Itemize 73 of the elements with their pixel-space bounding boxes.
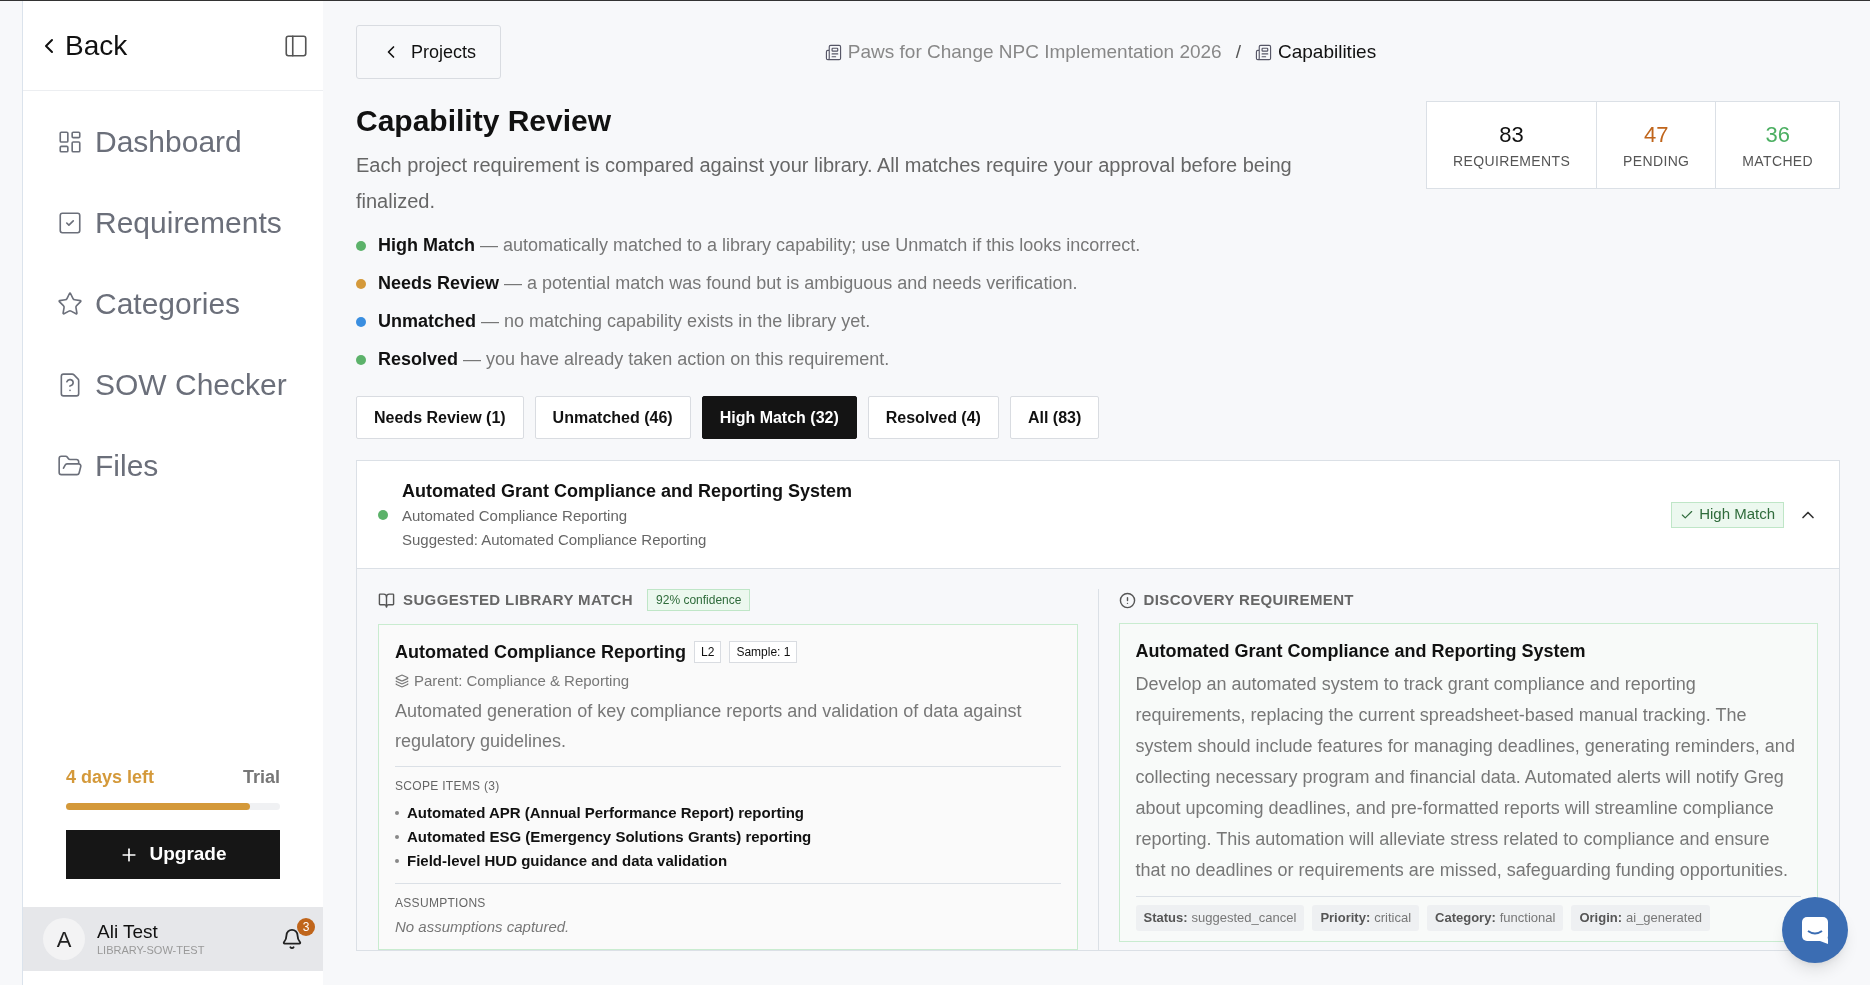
- user-organization: LIBRARY-SOW-TEST: [97, 944, 206, 958]
- breadcrumb-separator: /: [1235, 39, 1241, 64]
- back-button[interactable]: Back: [37, 24, 128, 67]
- bell-icon[interactable]: [281, 928, 303, 950]
- meta-tag: Status: suggested_cancel: [1135, 905, 1305, 931]
- stat-label: MATCHED: [1742, 152, 1813, 171]
- nav-item[interactable]: Requirements: [57, 182, 289, 263]
- requirement-title: Automated Grant Compliance and Reporting System: [402, 479, 854, 503]
- suggested-match: Suggested: Automated Compliance Reporting: [402, 529, 708, 550]
- checkbox-icon: [57, 209, 83, 236]
- legend-text: Unmatched — no matching capability exists in the library yet.: [378, 310, 871, 333]
- meta-tag: Priority: critical: [1312, 905, 1420, 931]
- breadcrumb-link[interactable]: Capabilities: [1254, 37, 1377, 67]
- filter-tab[interactable]: High Match (32): [701, 396, 857, 439]
- match-badge: High Match: [1671, 501, 1784, 528]
- section-label: ASSUMPTIONS: [395, 895, 487, 912]
- filter-tab[interactable]: Resolved (4): [867, 396, 999, 439]
- capability-name: Automated Compliance Reporting: [395, 640, 686, 664]
- stat-value: 36: [1765, 121, 1790, 149]
- dashboard-icon: [57, 128, 83, 155]
- requirement-description: Develop an automated system to track grant compliance and reporting requirements, replacing the current spreadsheet-based manual tracking. The system should include features for managing deadlines, generating reminders, and collecting necessary program and financial data. Automated alerts will notify Greg about upcoming deadlines, and pre-formatted reports will streamline compliance reporting. This automation will alleviate stress related to compliance and ensure that no deadlines or requirements are missed, safeguarding funding opportunities.: [1135, 669, 1801, 897]
- page-title: Capability Review: [356, 103, 613, 139]
- layers-icon: [395, 673, 409, 688]
- user-panel[interactable]: A Ali Test LIBRARY-SOW-TEST 3: [23, 907, 323, 971]
- scope-item: Automated APR (Annual Performance Report) reporting: [407, 802, 804, 823]
- sidebar-toggle-icon[interactable]: [283, 32, 309, 59]
- document-icon: [1254, 43, 1272, 61]
- nav-item[interactable]: Dashboard: [57, 101, 289, 182]
- nav-item[interactable]: Files: [57, 425, 289, 506]
- trial-days-left: 4 days left: [66, 766, 155, 789]
- confidence-badge: 92% confidence: [647, 589, 751, 612]
- page-description: Each project requirement is compared against your library. All matches require your approval before being finalized.: [356, 153, 1293, 214]
- bullet-icon: [395, 859, 399, 863]
- star-icon: [57, 290, 83, 317]
- stat-value: 83: [1499, 121, 1524, 149]
- filter-tab[interactable]: Needs Review (1): [356, 396, 524, 439]
- projects-button[interactable]: Projects: [356, 25, 502, 79]
- parent-category: Parent: Compliance & Reporting: [414, 670, 630, 691]
- trial-label: Trial: [242, 766, 280, 789]
- upgrade-button[interactable]: Upgrade: [66, 830, 280, 879]
- document-icon: [824, 43, 842, 61]
- notification-count: 3: [297, 918, 315, 936]
- meta-tag: Origin: ai_generated: [1571, 905, 1710, 931]
- meta-tag: Category: functional: [1427, 905, 1564, 931]
- requirement-heading: Automated Grant Compliance and Reporting System: [1135, 640, 1587, 663]
- legend-text: Needs Review — a potential match was found but is ambiguous and needs verification.: [378, 272, 1078, 295]
- scope-item: Field-level HUD guidance and data validation: [407, 850, 728, 871]
- legend-text: High Match — automatically matched to a library capability; use Unmatch if this looks incorrect.: [378, 234, 1141, 257]
- chat-button[interactable]: [1782, 897, 1848, 963]
- nav-item[interactable]: SOW Checker: [57, 344, 289, 425]
- section-heading: DISCOVERY REQUIREMENT: [1143, 589, 1354, 610]
- stat-value: 47: [1644, 121, 1669, 149]
- bullet-icon: [395, 835, 399, 839]
- bullet-icon: [395, 811, 399, 815]
- section-label: SCOPE ITEMS (3): [395, 778, 501, 795]
- stat-label: PENDING: [1623, 152, 1690, 171]
- user-avatar: A: [43, 918, 85, 960]
- nav-item[interactable]: Categories: [57, 263, 289, 344]
- requirement-subtitle: Automated Compliance Reporting: [402, 505, 629, 526]
- stat-label: REQUIREMENTS: [1453, 152, 1571, 171]
- user-name: Ali Test: [97, 920, 159, 944]
- book-icon: [378, 591, 395, 609]
- chat-icon: [1800, 915, 1830, 945]
- capability-tag: Sample: 1: [729, 641, 798, 663]
- capability-tag: L2: [694, 641, 722, 663]
- section-heading: SUGGESTED LIBRARY MATCH: [403, 590, 634, 610]
- legend-text: Resolved — you have already taken action on this requirement.: [378, 348, 890, 371]
- filter-tab[interactable]: Unmatched (46): [534, 396, 691, 439]
- assumptions-text: No assumptions captured.: [395, 917, 571, 937]
- scope-item: Automated ESG (Emergency Solutions Grants) reporting: [407, 826, 812, 847]
- capability-description: Automated generation of key compliance reports and validation of data against regulatory guidelines.: [395, 696, 1061, 767]
- filter-tab[interactable]: All (83): [1009, 396, 1100, 439]
- alert-circle-icon: [1118, 591, 1136, 609]
